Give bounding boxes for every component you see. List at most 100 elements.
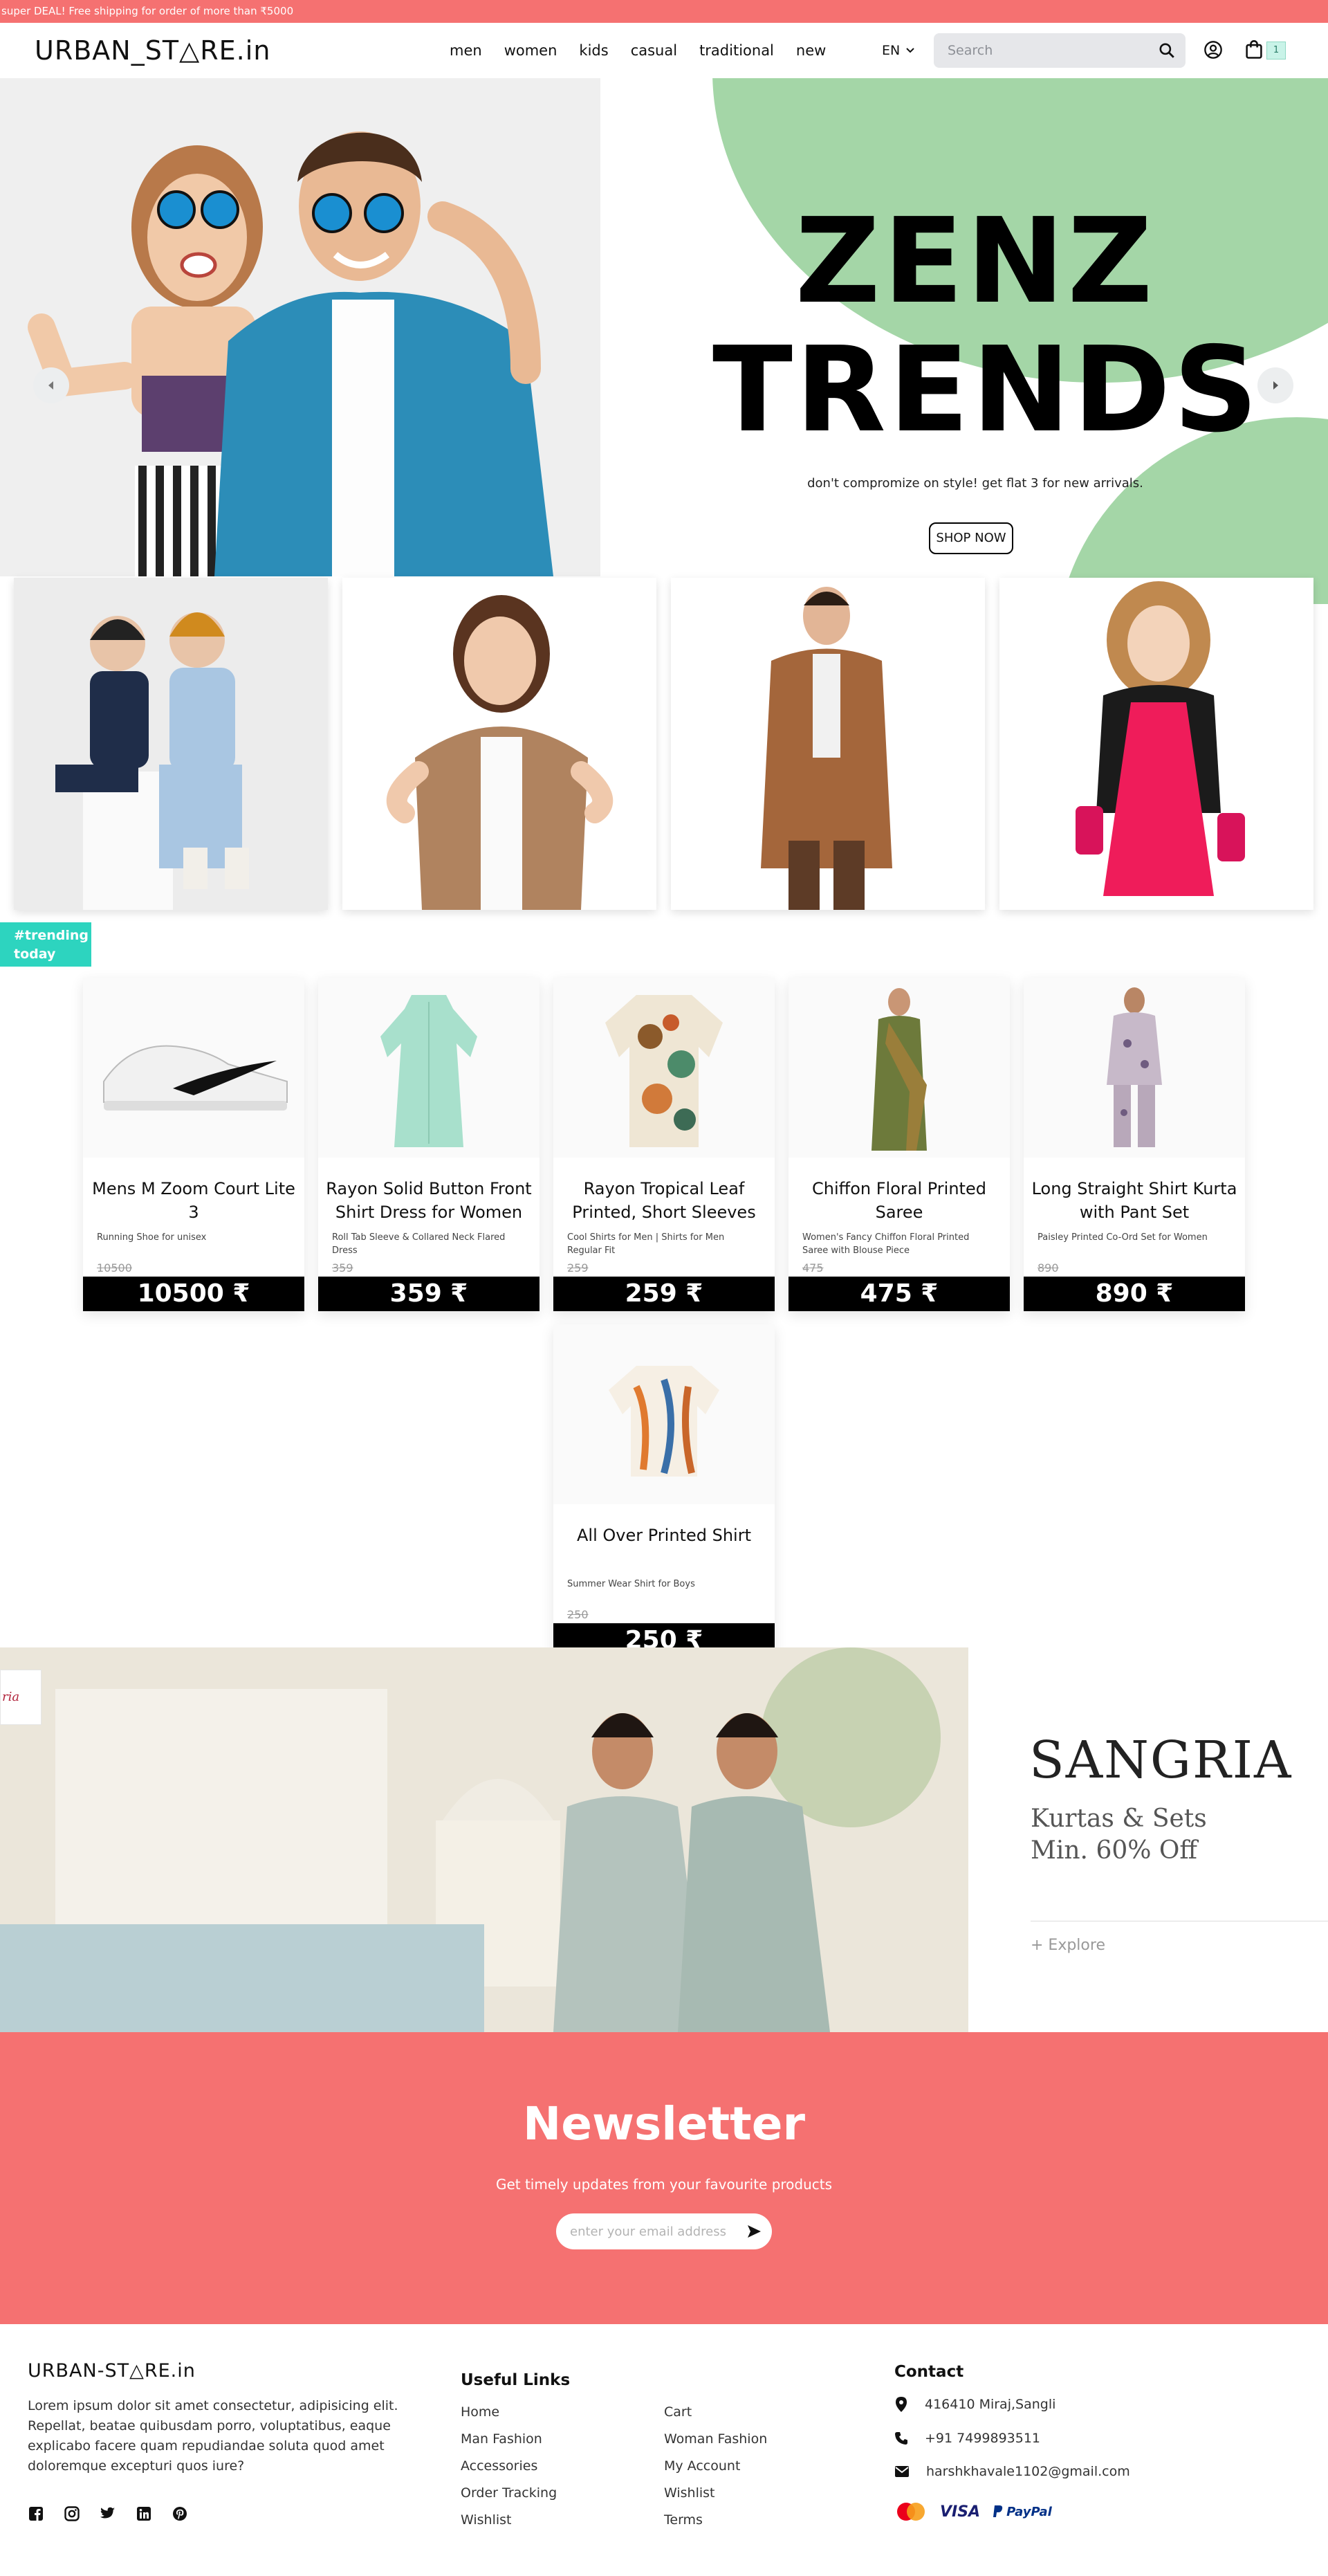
product-name: Rayon Solid Button Front Shirt Dress for… bbox=[326, 1179, 532, 1222]
nav-kids[interactable]: kids bbox=[579, 42, 608, 59]
category-card-girls[interactable] bbox=[999, 578, 1313, 910]
footer-logo[interactable]: URBAN-ST△RE.in bbox=[28, 2360, 196, 2382]
men-image bbox=[671, 578, 985, 910]
contact-phone-row: +91 7499893511 bbox=[894, 2431, 1130, 2446]
shopping-bag-icon[interactable] bbox=[1244, 39, 1264, 60]
printed-shirt-image bbox=[609, 1366, 719, 1477]
search-input[interactable] bbox=[934, 33, 1148, 68]
newsletter-form bbox=[556, 2213, 772, 2249]
nav-casual[interactable]: casual bbox=[631, 42, 677, 59]
footer-link-wishlist[interactable]: Wishlist bbox=[461, 2512, 557, 2528]
banner-explore-label: + Explore bbox=[1031, 1937, 1105, 1954]
nav-new[interactable]: new bbox=[796, 42, 826, 59]
footer-link-my-account[interactable]: My Account bbox=[664, 2458, 767, 2474]
product-image bbox=[318, 978, 540, 1158]
trending-tag: #trending today bbox=[0, 922, 91, 967]
language-label: EN bbox=[882, 43, 901, 58]
contact-phone[interactable]: +91 7499893511 bbox=[925, 2431, 1040, 2446]
hero-subtitle: don't compromize on style! get flat 3 fo… bbox=[807, 476, 1143, 491]
hero-section: ZENZ TRENDS don't compromize on style! g… bbox=[0, 78, 1328, 604]
women-image bbox=[342, 578, 656, 910]
banner-image: ria bbox=[0, 1647, 968, 2032]
banner-subtitle-line1: Kurtas & Sets bbox=[1031, 1805, 1207, 1833]
product-card[interactable]: Long Straight Shirt Kurta with Pant Set … bbox=[1024, 978, 1245, 1311]
banner-explore-link[interactable]: + Explore bbox=[1031, 1921, 1328, 1954]
footer-link-cart[interactable]: Cart bbox=[664, 2404, 767, 2420]
chevron-down-icon bbox=[906, 48, 914, 53]
product-card[interactable]: Mens M Zoom Court Lite 3 Running Shoe fo… bbox=[83, 978, 304, 1311]
product-old-price: 10500 bbox=[97, 1261, 132, 1275]
footer-link-wishlist-2[interactable]: Wishlist bbox=[664, 2485, 767, 2501]
contact-list: 416410 Miraj,Sangli +91 7499893511 harsh… bbox=[894, 2396, 1130, 2479]
footer-link-home[interactable]: Home bbox=[461, 2404, 557, 2420]
category-card-men[interactable] bbox=[671, 578, 985, 910]
shoe-image bbox=[103, 1045, 288, 1111]
nav-traditional[interactable]: traditional bbox=[699, 42, 774, 59]
product-description: Running Shoe for unisex bbox=[97, 1232, 207, 1243]
product-price: 259 ₹ bbox=[553, 1277, 775, 1311]
carousel-prev-button[interactable] bbox=[33, 367, 69, 403]
kids-image bbox=[14, 578, 328, 910]
carousel-next-button[interactable] bbox=[1257, 367, 1293, 403]
tropical-shirt-image bbox=[605, 995, 723, 1147]
cart-count-badge: 1 bbox=[1266, 42, 1286, 60]
user-icon[interactable] bbox=[1204, 40, 1223, 60]
contact-address-row: 416410 Miraj,Sangli bbox=[894, 2396, 1130, 2413]
kurta-set-image bbox=[1107, 987, 1162, 1147]
banner-subtitle-line2: Min. 60% Off bbox=[1031, 1836, 1197, 1865]
search-icon[interactable] bbox=[1158, 42, 1176, 60]
site-logo[interactable]: URBAN_ST△RE.in bbox=[35, 35, 270, 66]
dress-image bbox=[380, 995, 477, 1147]
product-card[interactable]: All Over Printed Shirt Summer Wear Shirt… bbox=[553, 1324, 775, 1658]
banner-subtitle: Kurtas & Sets Min. 60% Off bbox=[1031, 1803, 1207, 1867]
contact-email-row: harshkhavale1102@gmail.com bbox=[894, 2464, 1130, 2479]
shop-now-button[interactable]: SHOP NOW bbox=[929, 522, 1013, 554]
category-card-women[interactable] bbox=[342, 578, 656, 910]
footer-link-order-tracking[interactable]: Order Tracking bbox=[461, 2485, 557, 2501]
footer-link-man-fashion[interactable]: Man Fashion bbox=[461, 2431, 557, 2447]
product-image bbox=[553, 978, 775, 1158]
footer-link-terms[interactable]: Terms bbox=[664, 2512, 767, 2528]
nav-men[interactable]: men bbox=[450, 42, 482, 59]
nav-women[interactable]: women bbox=[504, 42, 557, 59]
girls-image bbox=[999, 578, 1313, 910]
mastercard-icon bbox=[897, 2503, 925, 2521]
product-image bbox=[83, 978, 304, 1158]
promo-banner: ria SANGRIA Kurtas & Sets Min. 60% Off +… bbox=[0, 1647, 1328, 2032]
social-links bbox=[28, 2505, 188, 2522]
category-card-kids[interactable] bbox=[14, 578, 328, 910]
banner-models-illustration bbox=[0, 1647, 968, 2032]
language-select[interactable]: EN bbox=[882, 43, 915, 58]
product-price: 10500 ₹ bbox=[83, 1277, 304, 1311]
newsletter-email-input[interactable] bbox=[556, 2213, 736, 2249]
linkedin-icon[interactable] bbox=[136, 2505, 152, 2522]
product-old-price: 250 bbox=[567, 1608, 589, 1621]
footer-links-col1: Home Man Fashion Accessories Order Track… bbox=[461, 2404, 557, 2528]
pinterest-icon[interactable] bbox=[172, 2505, 188, 2522]
search-box bbox=[934, 33, 1186, 68]
hero-couple-illustration bbox=[0, 78, 600, 576]
send-icon[interactable] bbox=[746, 2223, 762, 2240]
category-cards bbox=[14, 578, 1314, 910]
contact-email[interactable]: harshkhavale1102@gmail.com bbox=[926, 2464, 1130, 2479]
product-price: 475 ₹ bbox=[788, 1277, 1010, 1311]
saree-image bbox=[872, 988, 927, 1151]
footer-link-woman-fashion[interactable]: Woman Fashion bbox=[664, 2431, 767, 2447]
product-description: Summer Wear Shirt for Boys bbox=[567, 1579, 695, 1589]
product-name: Mens M Zoom Court Lite 3 bbox=[92, 1179, 295, 1222]
product-card[interactable]: Chiffon Floral Printed Saree Women's Fan… bbox=[788, 978, 1010, 1311]
newsletter-subtitle: Get timely updates from your favourite p… bbox=[495, 2176, 833, 2193]
hero-title: ZENZ TRENDS bbox=[712, 193, 1258, 455]
facebook-icon[interactable] bbox=[28, 2505, 44, 2522]
instagram-icon[interactable] bbox=[64, 2505, 80, 2522]
caret-right-icon bbox=[1273, 381, 1278, 390]
product-card[interactable]: Rayon Solid Button Front Shirt Dress for… bbox=[318, 978, 540, 1311]
footer-link-accessories[interactable]: Accessories bbox=[461, 2458, 557, 2474]
product-image bbox=[1024, 978, 1245, 1158]
product-card[interactable]: Rayon Tropical Leaf Printed, Short Sleev… bbox=[553, 978, 775, 1311]
hero-title-line1: ZENZ bbox=[795, 193, 1156, 330]
banner-brand-logo-text: ria bbox=[2, 1690, 20, 1704]
contact-heading: Contact bbox=[894, 2363, 964, 2381]
twitter-icon[interactable] bbox=[100, 2505, 116, 2522]
product-description: Paisley Printed Co-Ord Set for Women bbox=[1038, 1232, 1208, 1243]
